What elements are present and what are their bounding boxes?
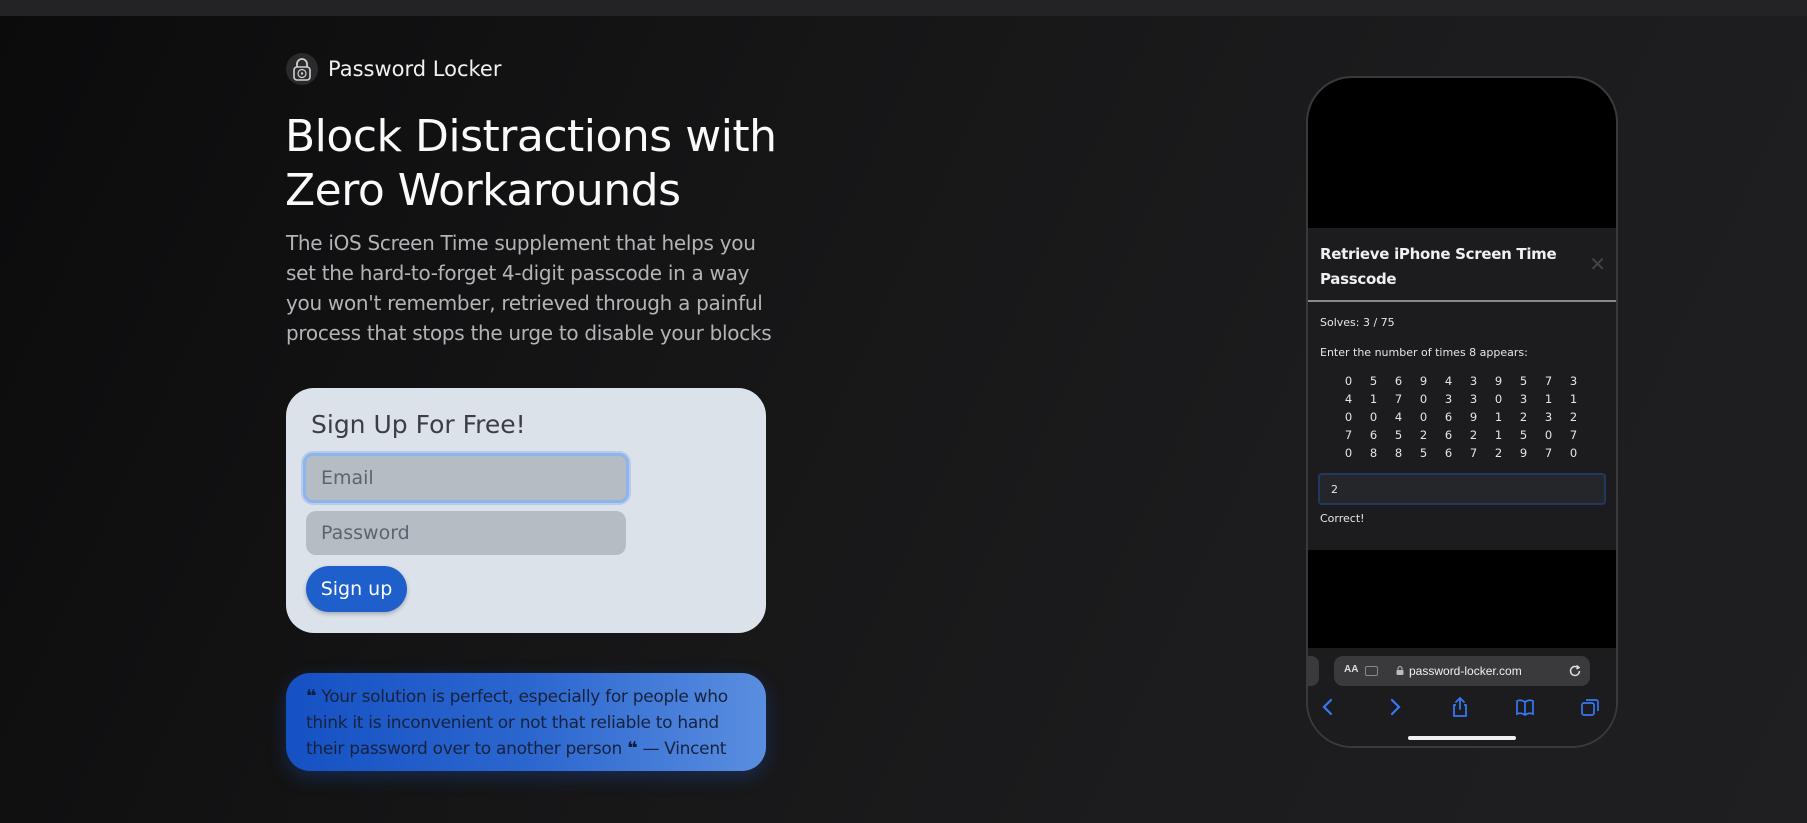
padlock-icon — [286, 53, 318, 85]
grid-digit: 1 — [1569, 392, 1578, 406]
grid-digit: 8 — [1394, 446, 1403, 460]
address-bar[interactable]: AA password-locker.com — [1334, 656, 1590, 686]
grid-digit: 7 — [1469, 446, 1478, 460]
signup-card: Sign Up For Free! Email Password Sign up — [286, 388, 766, 633]
grid-digit: 6 — [1444, 410, 1453, 424]
lock-icon — [1396, 666, 1404, 675]
answer-value: 2 — [1331, 482, 1338, 496]
email-input[interactable]: Email — [303, 453, 629, 503]
grid-digit: 7 — [1344, 428, 1353, 442]
grid-digit: 6 — [1444, 428, 1453, 442]
forward-icon[interactable] — [1384, 696, 1406, 718]
grid-digit: 9 — [1519, 446, 1528, 460]
tabs-icon[interactable] — [1579, 696, 1601, 718]
dialog-title: Retrieve iPhone Screen Time Passcode — [1320, 245, 1557, 288]
quote-open-icon: ❝ — [306, 686, 317, 707]
grid-digit: 2 — [1569, 410, 1578, 424]
grid-digit: 6 — [1394, 374, 1403, 388]
grid-digit: 0 — [1544, 428, 1553, 442]
browser-toolbar — [1308, 692, 1616, 722]
hero-headline: Block Distractions with Zero Workarounds — [285, 111, 777, 216]
email-placeholder: Email — [321, 467, 374, 489]
grid-digit: 7 — [1394, 392, 1403, 406]
grid-digit: 2 — [1519, 410, 1528, 424]
grid-digit: 2 — [1469, 428, 1478, 442]
grid-digit: 5 — [1419, 446, 1428, 460]
top-bar — [0, 0, 1807, 16]
grid-digit: 1 — [1544, 392, 1553, 406]
previous-tab-preview[interactable] — [1308, 656, 1319, 686]
solves-counter: Solves: 3 / 75 — [1320, 316, 1395, 329]
grid-digit: 2 — [1419, 428, 1428, 442]
feedback-message: Correct! — [1320, 512, 1365, 525]
hero-subheadline: The iOS Screen Time supplement that help… — [286, 231, 772, 345]
grid-digit: 5 — [1369, 374, 1378, 388]
grid-digit: 7 — [1544, 446, 1553, 460]
grid-digit: 5 — [1519, 374, 1528, 388]
grid-digit: 7 — [1544, 374, 1553, 388]
brand[interactable]: Password Locker — [286, 53, 501, 85]
extension-icon[interactable] — [1365, 666, 1378, 676]
password-input[interactable]: Password — [306, 511, 626, 555]
grid-digit: 5 — [1519, 428, 1528, 442]
reload-icon[interactable] — [1568, 664, 1582, 678]
grid-digit: 3 — [1444, 392, 1453, 406]
puzzle-instruction: Enter the number of times 8 appears: — [1320, 346, 1528, 359]
grid-digit: 9 — [1494, 374, 1503, 388]
grid-digit: 0 — [1494, 392, 1503, 406]
grid-digit: 9 — [1469, 410, 1478, 424]
safari-toolbar: AA password-locker.com — [1308, 648, 1616, 746]
grid-digit: 4 — [1444, 374, 1453, 388]
answer-input[interactable]: 2 — [1318, 473, 1606, 505]
phone-mockup: Retrieve iPhone Screen Time Passcode ✕ S… — [1306, 76, 1618, 748]
signup-title: Sign Up For Free! — [311, 410, 526, 439]
quote-close-icon: ❝ — [627, 738, 638, 759]
text-size-button[interactable]: AA — [1344, 664, 1358, 675]
grid-digit: 3 — [1544, 410, 1553, 424]
grid-digit: 8 — [1369, 446, 1378, 460]
brand-name: Password Locker — [328, 57, 502, 81]
grid-digit: 2 — [1494, 446, 1503, 460]
passcode-dialog: Retrieve iPhone Screen Time Passcode ✕ S… — [1308, 228, 1616, 550]
dialog-divider — [1308, 300, 1616, 302]
grid-digit: 1 — [1494, 428, 1503, 442]
grid-digit: 0 — [1369, 410, 1378, 424]
signup-button[interactable]: Sign up — [306, 566, 407, 612]
grid-digit: 0 — [1344, 410, 1353, 424]
grid-digit: 0 — [1569, 446, 1578, 460]
grid-digit: 1 — [1369, 392, 1378, 406]
home-indicator — [1408, 736, 1516, 740]
grid-digit: 0 — [1419, 410, 1428, 424]
grid-digit: 3 — [1469, 392, 1478, 406]
close-icon[interactable]: ✕ — [1589, 252, 1606, 277]
testimonial: ❝ Your solution is perfect, especially f… — [286, 673, 766, 771]
share-icon[interactable] — [1449, 696, 1471, 718]
password-placeholder: Password — [321, 522, 410, 544]
grid-digit: 7 — [1569, 428, 1578, 442]
grid-digit: 3 — [1569, 374, 1578, 388]
grid-digit: 0 — [1419, 392, 1428, 406]
back-icon[interactable] — [1317, 696, 1339, 718]
grid-digit: 3 — [1519, 392, 1528, 406]
grid-digit: 6 — [1369, 428, 1378, 442]
grid-digit: 0 — [1344, 446, 1353, 460]
grid-digit: 6 — [1444, 446, 1453, 460]
digit-grid: 0569439573417033031100406912327652621507… — [1336, 374, 1586, 464]
grid-digit: 3 — [1469, 374, 1478, 388]
grid-digit: 1 — [1494, 410, 1503, 424]
grid-digit: 5 — [1394, 428, 1403, 442]
grid-digit: 4 — [1394, 410, 1403, 424]
url-text: password-locker.com — [1409, 664, 1522, 678]
testimonial-author: — Vincent — [642, 739, 727, 759]
bookmarks-icon[interactable] — [1514, 696, 1536, 718]
grid-digit: 4 — [1344, 392, 1353, 406]
grid-digit: 0 — [1344, 374, 1353, 388]
grid-digit: 9 — [1419, 374, 1428, 388]
